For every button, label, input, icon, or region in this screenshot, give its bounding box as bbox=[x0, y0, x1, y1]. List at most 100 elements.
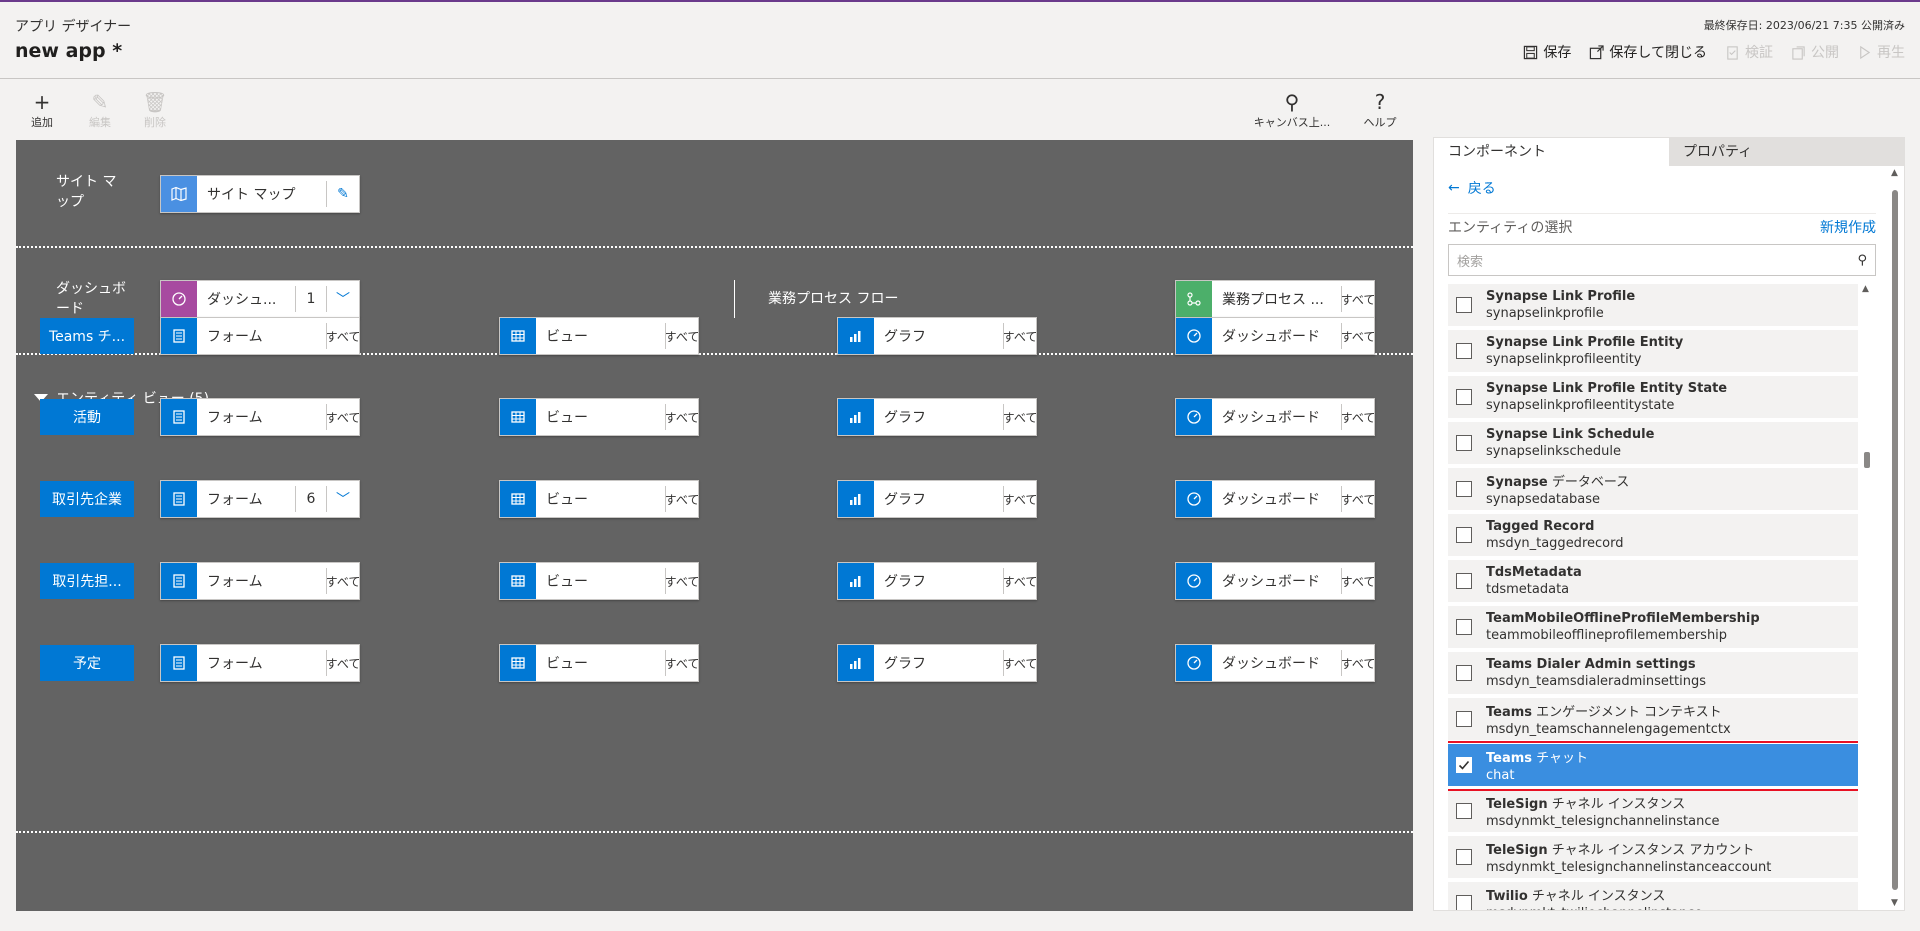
scroll-thumb[interactable] bbox=[1892, 190, 1898, 890]
view-tile[interactable]: ビュー すべて bbox=[499, 562, 699, 600]
view-tile-label: ビュー bbox=[546, 329, 588, 345]
entity-list-item[interactable]: Teams Dialer Admin settings msdyn_teamsdi… bbox=[1448, 652, 1858, 696]
section-divider bbox=[16, 246, 1413, 248]
checkbox[interactable] bbox=[1456, 527, 1472, 543]
entity-list-item[interactable]: Teams エンゲージメント コンテキスト msdyn_teamschannele… bbox=[1448, 698, 1858, 742]
dash-tile[interactable]: ダッシュボード すべて bbox=[1175, 317, 1375, 355]
dash-tile[interactable]: ダッシュボード すべて bbox=[1175, 398, 1375, 436]
entity-name-jp: データベース bbox=[1547, 475, 1630, 490]
entity-list-item[interactable]: Synapse Link Profile synapselinkprofile bbox=[1448, 284, 1858, 328]
checkbox[interactable] bbox=[1456, 297, 1472, 313]
checkbox[interactable] bbox=[1456, 895, 1472, 910]
save-close-button[interactable]: 保存して閉じる bbox=[1589, 42, 1707, 62]
checkbox[interactable] bbox=[1456, 803, 1472, 819]
chart-tile-label: グラフ bbox=[884, 410, 926, 426]
tab-components[interactable]: コンポーネント bbox=[1434, 138, 1669, 166]
checkbox[interactable] bbox=[1456, 711, 1472, 727]
view-tile[interactable]: ビュー すべて bbox=[499, 317, 699, 355]
save-button[interactable]: 保存 bbox=[1523, 42, 1571, 62]
entity-search-input[interactable]: 検索 ⚲ bbox=[1448, 244, 1876, 276]
view-all-label: すべて bbox=[666, 574, 698, 589]
entity-button[interactable]: 活動 bbox=[40, 399, 134, 435]
entity-text: TdsMetadata tdsmetadata bbox=[1486, 565, 1582, 597]
entity-list: Synapse Link Profile synapselinkprofile Sy… bbox=[1448, 284, 1858, 910]
scroll-up-icon[interactable]: ▲ bbox=[1891, 168, 1898, 178]
chart-tile[interactable]: グラフ すべて bbox=[837, 562, 1037, 600]
checkbox[interactable] bbox=[1456, 481, 1472, 497]
entity-list-item[interactable]: Synapse Link Profile Entity synapselinkpr… bbox=[1448, 330, 1858, 374]
canvas-search-button[interactable]: ⚲ キャンバス上... bbox=[1252, 90, 1332, 130]
form-tile[interactable]: フォーム すべて bbox=[160, 644, 360, 682]
delete-button[interactable]: 🗑 削除 bbox=[125, 90, 185, 130]
scroll-down-icon[interactable]: ▼ bbox=[1891, 898, 1898, 908]
form-tile[interactable]: フォーム すべて bbox=[160, 562, 360, 600]
dashboard-count: 1 bbox=[306, 291, 316, 307]
chart-tile[interactable]: グラフ すべて bbox=[837, 644, 1037, 682]
dashboard-tile[interactable]: ダッシュ... 1 ﹀ bbox=[160, 280, 360, 318]
entity-list-item[interactable]: TeleSign チャネル インスタンス msdynmkt_telesigncha… bbox=[1448, 790, 1858, 834]
dash-tile[interactable]: ダッシュボード すべて bbox=[1175, 480, 1375, 518]
app-header: アプリ デザイナー new app * 最終保存日: 2023/06/21 7:… bbox=[0, 2, 1920, 79]
checkbox[interactable] bbox=[1456, 389, 1472, 405]
panel-scrollbar[interactable]: ▲ ▼ bbox=[1889, 168, 1901, 908]
checkbox[interactable] bbox=[1456, 435, 1472, 451]
dash-tile[interactable]: ダッシュボード すべて bbox=[1175, 644, 1375, 682]
entity-list-item[interactable]: TeamMobileOfflineProfileMembership teammo… bbox=[1448, 606, 1858, 650]
checkbox[interactable] bbox=[1456, 619, 1472, 635]
play-button[interactable]: 再生 bbox=[1857, 42, 1905, 62]
form-icon bbox=[161, 645, 197, 681]
entity-name-en: Teams bbox=[1486, 705, 1533, 720]
sitemap-tile[interactable]: サイト マップ ✎ bbox=[160, 175, 360, 213]
checkbox[interactable] bbox=[1456, 573, 1472, 589]
chevron-down-icon[interactable]: ﹀ bbox=[327, 481, 359, 517]
entity-list-item[interactable]: Teams チャット chat bbox=[1448, 741, 1858, 791]
view-tile[interactable]: ビュー すべて bbox=[499, 644, 699, 682]
edit-sitemap-pencil-icon[interactable]: ✎ bbox=[327, 176, 359, 212]
edit-button[interactable]: ✎ 編集 bbox=[70, 90, 130, 130]
entity-list-item[interactable]: TeleSign チャネル インスタンス アカウント msdynmkt_teles… bbox=[1448, 836, 1858, 880]
chart-tile[interactable]: グラフ すべて bbox=[837, 398, 1037, 436]
help-button[interactable]: ? ヘルプ bbox=[1350, 90, 1410, 130]
chart-tile[interactable]: グラフ すべて bbox=[837, 480, 1037, 518]
form-tile[interactable]: フォーム すべて bbox=[160, 317, 360, 355]
entity-button[interactable]: 取引先担... bbox=[40, 563, 134, 599]
chevron-down-icon[interactable]: ﹀ bbox=[327, 281, 359, 317]
form-all-label: すべて bbox=[327, 574, 359, 589]
chart-tile[interactable]: グラフ すべて bbox=[837, 317, 1037, 355]
scroll-up-icon[interactable]: ▲ bbox=[1862, 284, 1869, 294]
checkbox[interactable] bbox=[1456, 849, 1472, 865]
form-tile-label: フォーム bbox=[207, 329, 263, 345]
entity-name-en: Synapse Link Schedule bbox=[1486, 427, 1655, 442]
entity-button[interactable]: 予定 bbox=[40, 645, 134, 681]
form-tile[interactable]: フォーム すべて bbox=[160, 398, 360, 436]
entity-button[interactable]: 取引先企業 bbox=[40, 481, 134, 517]
entity-list-item[interactable]: Synapse Link Profile Entity State synapse… bbox=[1448, 376, 1858, 420]
entity-list-item[interactable]: Synapse Link Schedule synapselinkschedule bbox=[1448, 422, 1858, 466]
entity-list-scrollbar[interactable]: ▲ bbox=[1861, 284, 1873, 910]
tab-properties[interactable]: プロパティ bbox=[1669, 138, 1904, 166]
checkbox[interactable] bbox=[1456, 757, 1472, 773]
create-new-link[interactable]: 新規作成 bbox=[1820, 217, 1876, 237]
view-tile[interactable]: ビュー すべて bbox=[499, 398, 699, 436]
validate-button[interactable]: 検証 bbox=[1725, 42, 1773, 62]
publish-button[interactable]: 公開 bbox=[1791, 42, 1839, 62]
entity-button[interactable]: Teams チ... bbox=[40, 318, 134, 354]
back-link[interactable]: ← 戻る bbox=[1448, 178, 1496, 198]
form-tile[interactable]: フォーム 6 ﹀ bbox=[160, 480, 360, 518]
entity-name-jp: チャネル インスタンス アカウント bbox=[1547, 843, 1755, 858]
dash-tile[interactable]: ダッシュボード すべて bbox=[1175, 562, 1375, 600]
scroll-thumb[interactable] bbox=[1864, 452, 1870, 468]
dash-all-label: すべて bbox=[1342, 574, 1374, 589]
panel-tabs: コンポーネント プロパティ bbox=[1434, 138, 1904, 166]
entity-list-item[interactable]: Twilio チャネル インスタンス msdynmkt_twiliochannel… bbox=[1448, 882, 1858, 910]
bpf-tile[interactable]: 業務プロセス ... すべて bbox=[1175, 280, 1375, 318]
checkbox[interactable] bbox=[1456, 343, 1472, 359]
entity-text: Synapse Link Profile Entity State synapse… bbox=[1486, 381, 1727, 413]
add-button[interactable]: + 追加 bbox=[12, 90, 72, 130]
entity-list-item[interactable]: Tagged Record msdyn_taggedrecord bbox=[1448, 514, 1858, 558]
dash-tile-label: ダッシュボード bbox=[1222, 492, 1320, 508]
checkbox[interactable] bbox=[1456, 665, 1472, 681]
entity-list-item[interactable]: Synapse データベース synapsedatabase bbox=[1448, 468, 1858, 512]
entity-list-item[interactable]: TdsMetadata tdsmetadata bbox=[1448, 560, 1858, 604]
view-tile[interactable]: ビュー すべて bbox=[499, 480, 699, 518]
